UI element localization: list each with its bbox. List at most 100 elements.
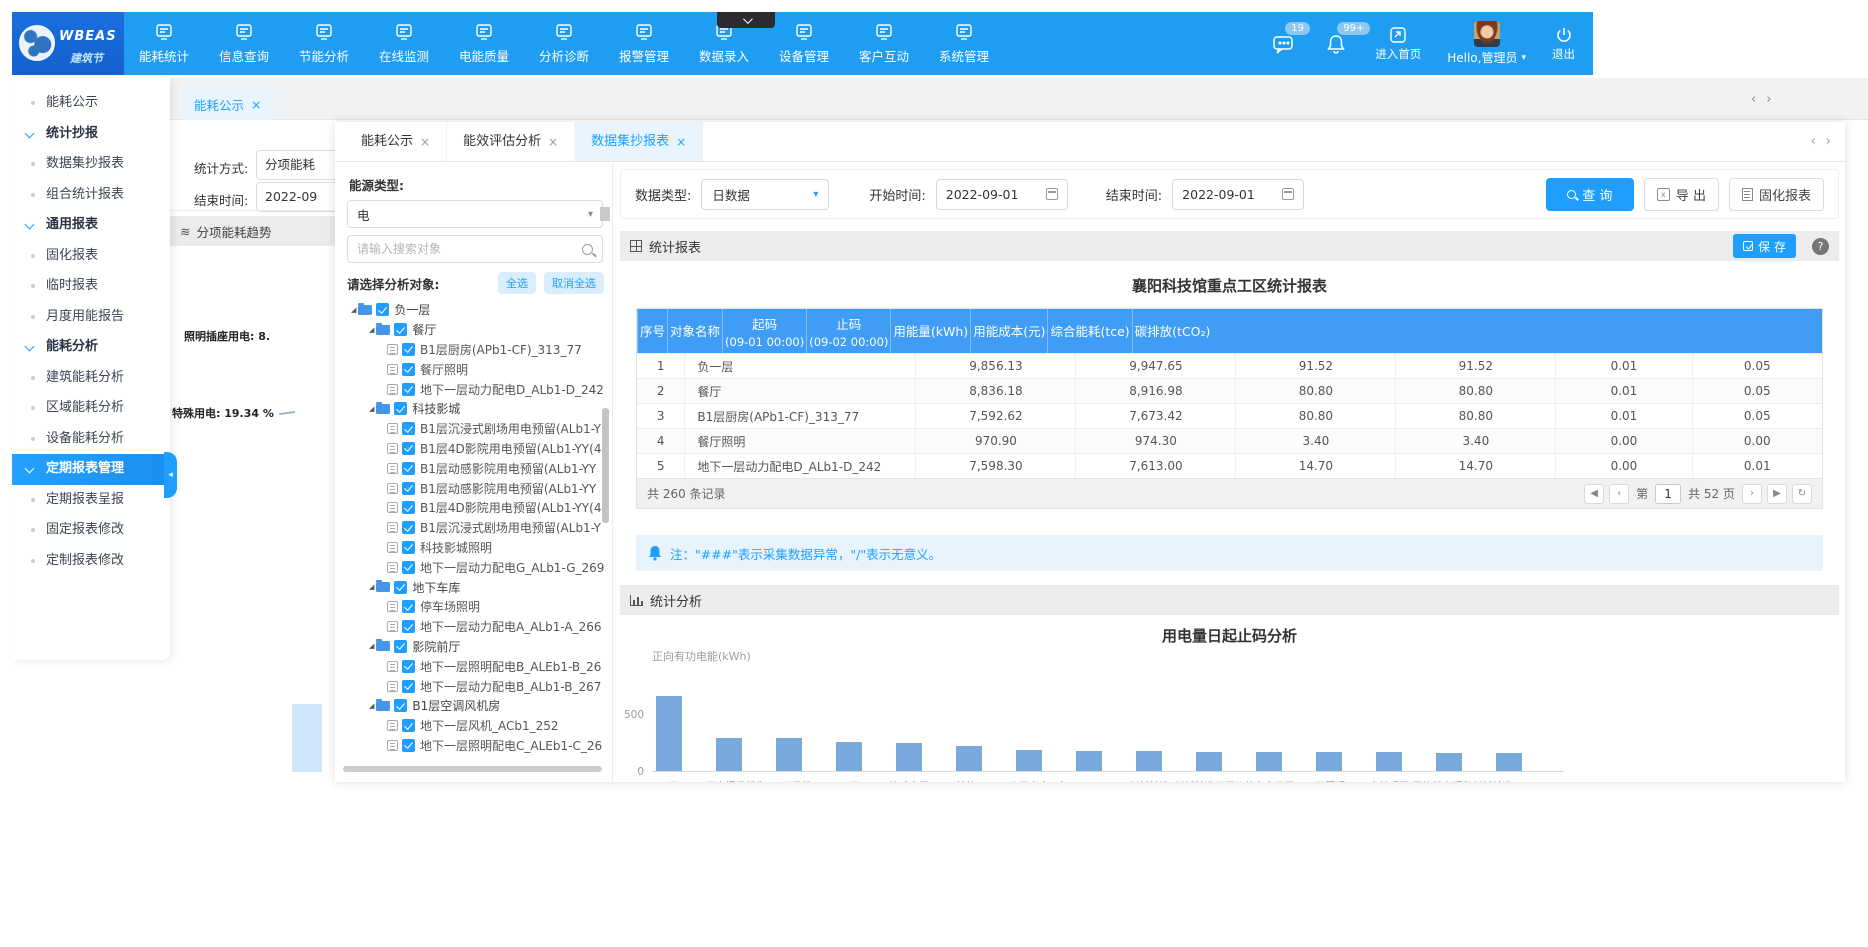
- checkbox-checked[interactable]: [394, 402, 407, 415]
- sidebar-item[interactable]: 设备能耗分析: [12, 424, 170, 455]
- checkbox-checked[interactable]: [402, 482, 415, 495]
- sidebar-item[interactable]: 固化报表: [12, 241, 170, 272]
- next-page-button[interactable]: ›: [1742, 484, 1762, 504]
- checkbox-checked[interactable]: [394, 581, 407, 594]
- nav-menu-item[interactable]: 节能分析: [284, 12, 364, 75]
- home-button[interactable]: 进入首页: [1375, 26, 1421, 62]
- checkbox-checked[interactable]: [402, 383, 415, 396]
- tree-node[interactable]: ◢ B1层沉浸式剧场用电预留(ALb1-Y: [347, 518, 604, 538]
- scroll-right-icon[interactable]: ›: [1766, 92, 1771, 107]
- tree-node[interactable]: ◢ B1层动感影院用电预留(ALb1-YY: [347, 478, 604, 498]
- nav-menu-item[interactable]: 在线监测: [364, 12, 444, 75]
- solidify-report-button[interactable]: 固化报表: [1729, 178, 1824, 211]
- checkbox-checked[interactable]: [402, 620, 415, 633]
- tree-node[interactable]: ◢ B1层4D影院用电预留(ALb1-YY(4: [347, 498, 604, 518]
- checkbox-checked[interactable]: [402, 660, 415, 673]
- nav-menu-item[interactable]: 系统管理: [924, 12, 1004, 75]
- start-date-input[interactable]: [946, 187, 1030, 202]
- column-header[interactable]: 序号: [637, 309, 667, 353]
- checkbox-checked[interactable]: [402, 739, 415, 752]
- column-header[interactable]: 对象名称: [667, 309, 722, 353]
- page-number-input[interactable]: [1655, 484, 1681, 504]
- sidebar-item[interactable]: 统计抄报: [12, 119, 170, 150]
- tree-node[interactable]: ◢ 地下一层动力配电A_ALb1-A_266: [347, 617, 604, 637]
- tree-node[interactable]: ◢ 负一层: [347, 300, 604, 320]
- expand-caret-icon[interactable]: ◢: [369, 326, 374, 334]
- table-row[interactable]: 5 地下一层动力配电D_ALb1-D_242 7,598.30 7,613.00…: [637, 453, 1822, 478]
- checkbox-checked[interactable]: [394, 699, 407, 712]
- save-button[interactable]: 保 存: [1733, 234, 1796, 258]
- calendar-icon[interactable]: [1046, 188, 1058, 200]
- tree-node[interactable]: ◢ 地下一层照明配电B_ALEb1-B_26: [347, 656, 604, 676]
- expand-caret-icon[interactable]: ◢: [351, 306, 356, 314]
- close-icon[interactable]: ×: [548, 122, 558, 162]
- checkbox-checked[interactable]: [402, 462, 415, 475]
- column-header[interactable]: 起码 (09-01 00:00): [722, 309, 806, 353]
- nav-menu-item[interactable]: 报警管理: [604, 12, 684, 75]
- sidebar-item[interactable]: 能耗公示: [12, 88, 170, 119]
- close-icon[interactable]: ×: [676, 122, 686, 162]
- sidebar-item[interactable]: 临时报表: [12, 271, 170, 302]
- messages-button[interactable]: 19: [1271, 31, 1297, 57]
- column-header[interactable]: 用能成本(元): [970, 309, 1047, 353]
- expand-caret-icon[interactable]: ◢: [369, 702, 374, 710]
- sidebar-item[interactable]: 定期报表呈报: [12, 485, 170, 516]
- select-all-button[interactable]: 全选: [498, 272, 536, 294]
- column-header[interactable]: 用能量(kWh): [890, 309, 970, 353]
- sidebar-item[interactable]: 定期报表管理: [12, 454, 170, 485]
- last-page-button[interactable]: ▶: [1767, 484, 1787, 504]
- tree-node[interactable]: ◢ 地下一层动力配电G_ALb1-G_269: [347, 557, 604, 577]
- stat-mode-select[interactable]: 分项能耗: [256, 150, 335, 180]
- close-icon[interactable]: ×: [420, 122, 430, 162]
- checkbox-checked[interactable]: [376, 303, 389, 316]
- expand-caret-icon[interactable]: ◢: [369, 642, 374, 650]
- nav-menu-item[interactable]: 客户互动: [844, 12, 924, 75]
- sidebar-item[interactable]: 固定报表修改: [12, 515, 170, 546]
- expand-caret-icon[interactable]: ◢: [369, 405, 374, 413]
- nav-menu-item[interactable]: 信息查询: [204, 12, 284, 75]
- tree-node[interactable]: ◢ 餐厅: [347, 320, 604, 340]
- horizontal-scrollbar[interactable]: [343, 766, 602, 772]
- query-button[interactable]: 查 询: [1546, 178, 1634, 211]
- deselect-all-button[interactable]: 取消全选: [544, 272, 604, 294]
- checkbox-checked[interactable]: [402, 343, 415, 356]
- column-header[interactable]: 综合能耗(tce): [1047, 309, 1131, 353]
- checkbox-checked[interactable]: [402, 422, 415, 435]
- tree-node[interactable]: ◢ 地下一层动力配电D_ALb1-D_242: [347, 379, 604, 399]
- scroll-right-icon[interactable]: ›: [1826, 134, 1831, 149]
- export-button[interactable]: x 导 出: [1644, 178, 1719, 211]
- logout-button[interactable]: 退出: [1552, 26, 1575, 62]
- checkbox-checked[interactable]: [402, 541, 415, 554]
- nav-menu-item[interactable]: 设备管理: [764, 12, 844, 75]
- tree-node[interactable]: ◢ 餐厅照明: [347, 359, 604, 379]
- nav-menu-item[interactable]: 电能质量: [444, 12, 524, 75]
- search-icon[interactable]: [582, 244, 593, 255]
- scroll-left-icon[interactable]: ‹: [1811, 134, 1816, 149]
- tree-node[interactable]: ◢ 科技影城照明: [347, 538, 604, 558]
- data-type-select[interactable]: 日数据 ▾: [701, 179, 829, 210]
- calendar-icon[interactable]: [1282, 188, 1294, 200]
- nav-menu-item[interactable]: 分析诊断: [524, 12, 604, 75]
- checkbox-checked[interactable]: [402, 501, 415, 514]
- checkbox-checked[interactable]: [394, 323, 407, 336]
- end-time-input[interactable]: 2022-09: [256, 182, 335, 212]
- checkbox-checked[interactable]: [402, 600, 415, 613]
- checkbox-checked[interactable]: [402, 561, 415, 574]
- refresh-button[interactable]: ↻: [1792, 484, 1812, 504]
- expand-caret-icon[interactable]: ◢: [369, 583, 374, 591]
- search-input[interactable]: [357, 242, 582, 256]
- tree-node[interactable]: ◢ B1层厨房(APb1-CF)_313_77: [347, 340, 604, 360]
- checkbox-checked[interactable]: [402, 680, 415, 693]
- window-tab[interactable]: 能效评估分析 ×: [447, 122, 575, 161]
- tree-node[interactable]: ◢ B1层4D影院用电预留(ALb1-YY(4: [347, 439, 604, 459]
- sidebar-item[interactable]: 定制报表修改: [12, 546, 170, 577]
- help-button[interactable]: ?: [1812, 238, 1829, 255]
- sidebar-item[interactable]: 区域能耗分析: [12, 393, 170, 424]
- tree-node[interactable]: ◢ 地下一层动力配电B_ALb1-B_267: [347, 676, 604, 696]
- prev-page-button[interactable]: ‹: [1609, 484, 1629, 504]
- first-page-button[interactable]: ◀: [1584, 484, 1604, 504]
- scrollbar-top-block[interactable]: [600, 207, 610, 221]
- tree-node[interactable]: ◢ B1层动感影院用电预留(ALb1-YY: [347, 458, 604, 478]
- tree-node[interactable]: ◢ 影院前厅: [347, 637, 604, 657]
- sidebar-item[interactable]: 月度用能报告: [12, 302, 170, 333]
